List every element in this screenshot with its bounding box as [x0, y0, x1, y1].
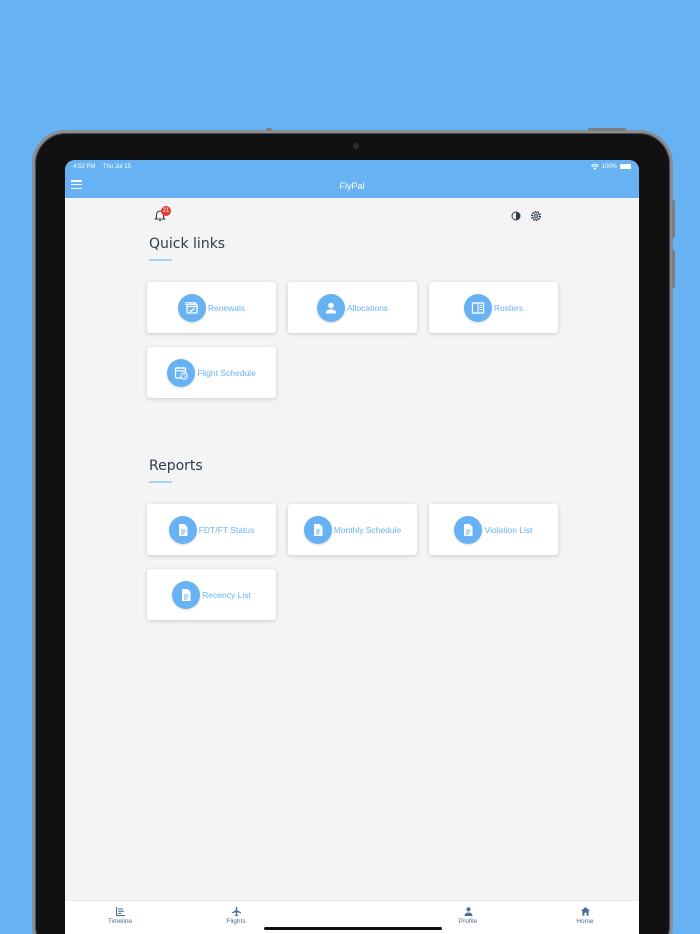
quick-links-underline	[149, 259, 172, 261]
battery-percent: 100%	[601, 163, 617, 170]
document-icon	[303, 515, 332, 544]
recency-list-card[interactable]: Recency List	[147, 569, 276, 620]
nav-bar: FlyPal	[65, 173, 639, 198]
document-icon	[168, 515, 197, 544]
monthly-schedule-label: Monthly Schedule	[333, 524, 402, 535]
gear-icon[interactable]	[530, 210, 542, 222]
person-icon	[464, 907, 472, 916]
battery-icon	[620, 164, 631, 169]
reports-title: Reports	[149, 458, 203, 474]
flight-schedule-card[interactable]: Flight Schedule	[147, 347, 276, 398]
rosters-label: Rosters	[493, 302, 524, 313]
tab-profile-label: Profile	[458, 918, 478, 925]
fdt-ft-status-label: FDT/FT Status	[198, 524, 255, 535]
renewals-calendar-icon	[177, 293, 206, 322]
bottom-tab-bar: Timeline Flights Profile Home	[65, 900, 639, 934]
wifi-icon	[590, 163, 599, 170]
home-icon	[580, 907, 590, 916]
tab-flights-label: Flights	[226, 918, 246, 925]
contrast-icon[interactable]	[511, 211, 521, 221]
person-icon	[316, 293, 345, 322]
status-time: 4:52 PM	[73, 163, 96, 170]
device-volume-up	[672, 200, 675, 238]
allocations-card[interactable]: Allocations	[288, 282, 417, 333]
app-screen: 4:52 PM Thu Jul 15 100% FlyPal 21 Quick …	[65, 160, 639, 934]
notification-badge: 21	[161, 206, 171, 216]
tab-timeline[interactable]: Timeline	[90, 906, 150, 925]
device-top-button	[266, 128, 272, 131]
home-indicator	[264, 927, 442, 930]
timeline-chart-icon	[115, 907, 125, 917]
status-bar: 4:52 PM Thu Jul 15 100%	[65, 160, 639, 173]
violation-list-card[interactable]: Violation List	[429, 504, 558, 555]
monthly-schedule-card[interactable]: Monthly Schedule	[288, 504, 417, 555]
device-power-button	[588, 128, 626, 131]
quick-links-title: Quick links	[149, 236, 226, 252]
calendar-clock-icon	[167, 358, 196, 387]
tab-home-label: Home	[576, 918, 594, 925]
allocations-label: Allocations	[346, 302, 389, 313]
app-title: FlyPal	[339, 180, 365, 191]
tab-home[interactable]: Home	[555, 906, 615, 925]
tab-timeline-label: Timeline	[107, 918, 133, 925]
fdt-ft-status-card[interactable]: FDT/FT Status	[147, 504, 276, 555]
tab-flights[interactable]: Flights	[206, 906, 266, 925]
camera-dot	[353, 143, 359, 149]
flight-schedule-label: Flight Schedule	[197, 367, 256, 378]
top-toolbar: 21	[65, 206, 639, 226]
renewals-card[interactable]: Renewals	[147, 282, 276, 333]
violation-list-label: Violation List	[484, 524, 533, 535]
device-volume-down	[672, 250, 675, 288]
recency-list-label: Recency List	[202, 589, 251, 600]
hamburger-menu-icon[interactable]	[71, 180, 82, 190]
roster-book-icon	[463, 293, 492, 322]
document-icon	[172, 580, 201, 609]
tab-profile[interactable]: Profile	[438, 906, 498, 925]
status-date: Thu Jul 15	[102, 163, 131, 170]
renewals-label: Renewals	[207, 302, 246, 313]
rosters-card[interactable]: Rosters	[429, 282, 558, 333]
airplane-icon	[231, 906, 241, 917]
reports-underline	[149, 481, 172, 483]
document-icon	[454, 515, 483, 544]
